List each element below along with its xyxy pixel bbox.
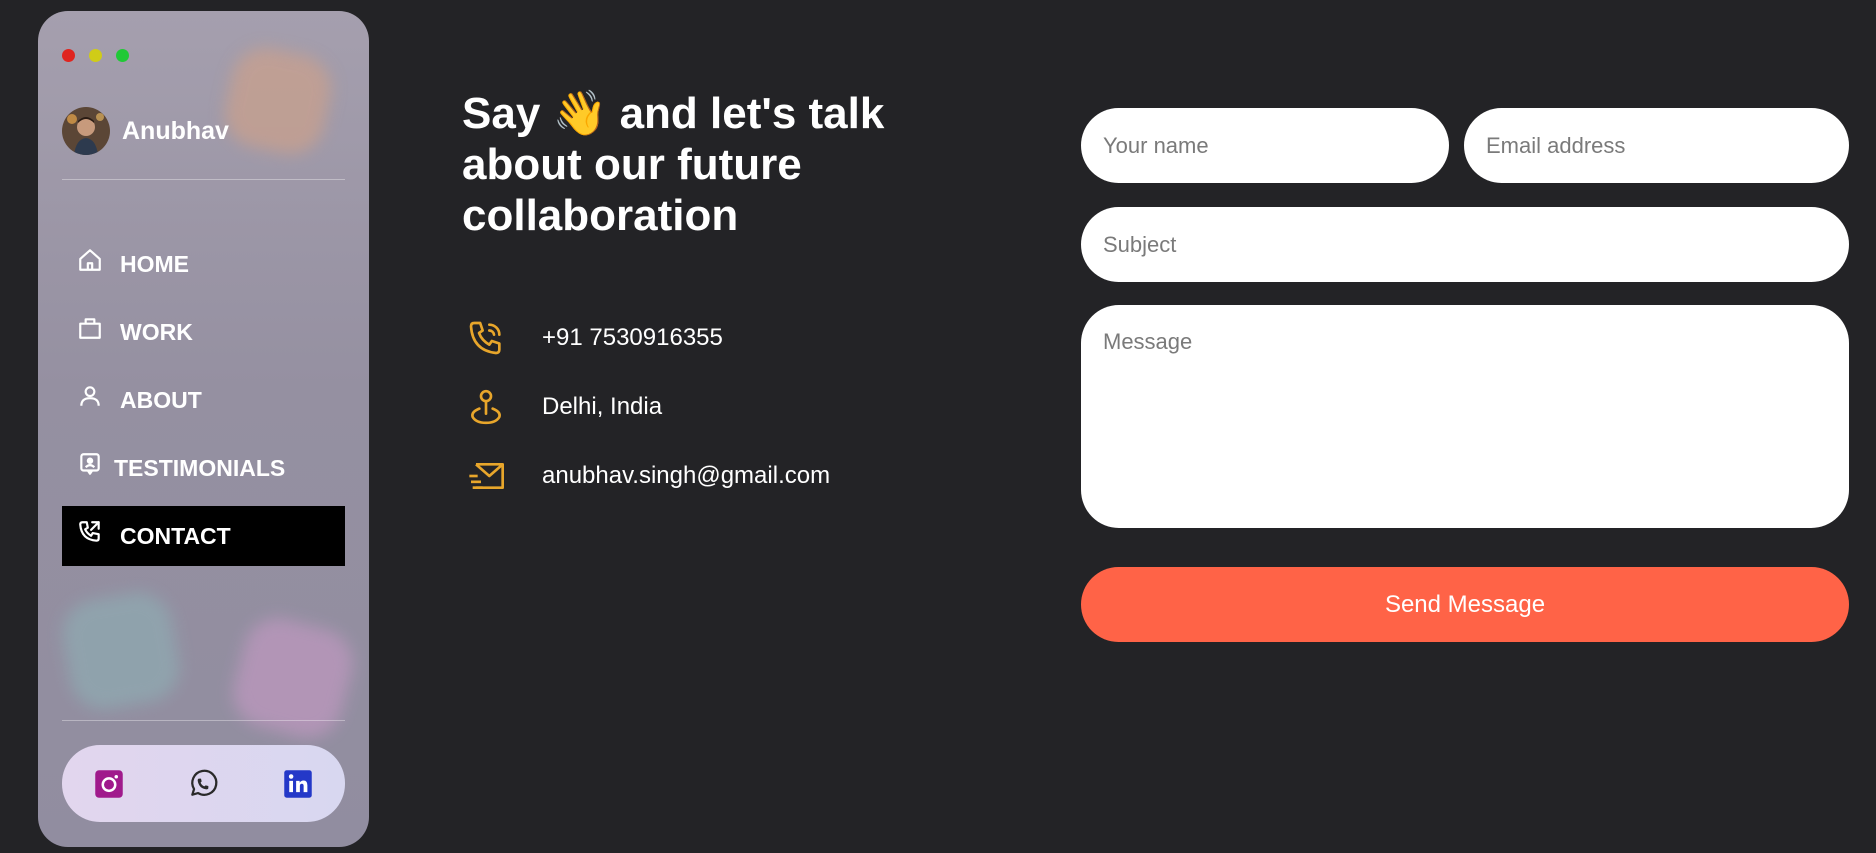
phone-number: +91 7530916355 <box>542 324 723 351</box>
waving-hand-emoji: 👋 <box>552 89 608 138</box>
window-controls <box>62 49 129 62</box>
whatsapp-icon[interactable] <box>183 764 223 804</box>
message-textarea[interactable] <box>1081 305 1849 528</box>
page-heading: Say 👋 and let's talk about our future co… <box>462 88 922 241</box>
nav-label: HOME <box>120 250 189 277</box>
email-address: anubhav.singh@gmail.com <box>542 462 831 489</box>
nav-item-work[interactable]: WORK <box>62 302 345 362</box>
nav-label: WORK <box>120 318 193 345</box>
briefcase-icon <box>74 315 106 341</box>
email-info[interactable]: anubhav.singh@gmail.com <box>462 456 830 496</box>
profile[interactable]: Anubhav <box>62 107 229 155</box>
instagram-icon[interactable] <box>89 764 129 804</box>
home-icon <box>74 247 106 273</box>
sidebar: Anubhav HOME WORK ABOUT TESTIMONIALS CON… <box>38 11 369 847</box>
minimize-dot[interactable] <box>89 49 102 62</box>
nav-item-contact[interactable]: CONTACT <box>62 506 345 566</box>
user-icon <box>74 383 106 409</box>
decorative-blob <box>57 587 185 715</box>
nav-label: CONTACT <box>120 522 231 549</box>
location-pin-icon <box>462 387 510 427</box>
decorative-blob <box>225 610 361 746</box>
name-input[interactable] <box>1081 108 1449 183</box>
phone-outgoing-icon <box>74 519 106 545</box>
subject-input[interactable] <box>1081 207 1849 282</box>
nav-item-testimonials[interactable]: TESTIMONIALS <box>62 438 345 498</box>
heading-text: Say <box>462 89 541 138</box>
maximize-dot[interactable] <box>116 49 129 62</box>
phone-icon <box>462 318 510 358</box>
divider <box>62 720 345 721</box>
close-dot[interactable] <box>62 49 75 62</box>
nav-item-about[interactable]: ABOUT <box>62 370 345 430</box>
send-message-button[interactable]: Send Message <box>1081 567 1849 642</box>
linkedin-icon[interactable] <box>278 764 318 804</box>
location-text: Delhi, India <box>542 393 663 420</box>
social-links <box>62 745 345 822</box>
profile-name: Anubhav <box>122 116 229 145</box>
nav-item-home[interactable]: HOME <box>62 234 345 294</box>
email-input[interactable] <box>1464 108 1849 183</box>
nav-label: TESTIMONIALS <box>114 454 286 481</box>
avatar <box>62 107 110 155</box>
nav-label: ABOUT <box>120 386 202 413</box>
location-info: Delhi, India <box>462 387 662 427</box>
decorative-blob <box>218 41 338 161</box>
divider <box>62 179 345 180</box>
phone-info[interactable]: +91 7530916355 <box>462 318 723 358</box>
mail-icon <box>462 456 510 496</box>
sidebar-nav: HOME WORK ABOUT TESTIMONIALS CONTACT <box>62 234 345 574</box>
testimonial-icon <box>74 451 106 477</box>
